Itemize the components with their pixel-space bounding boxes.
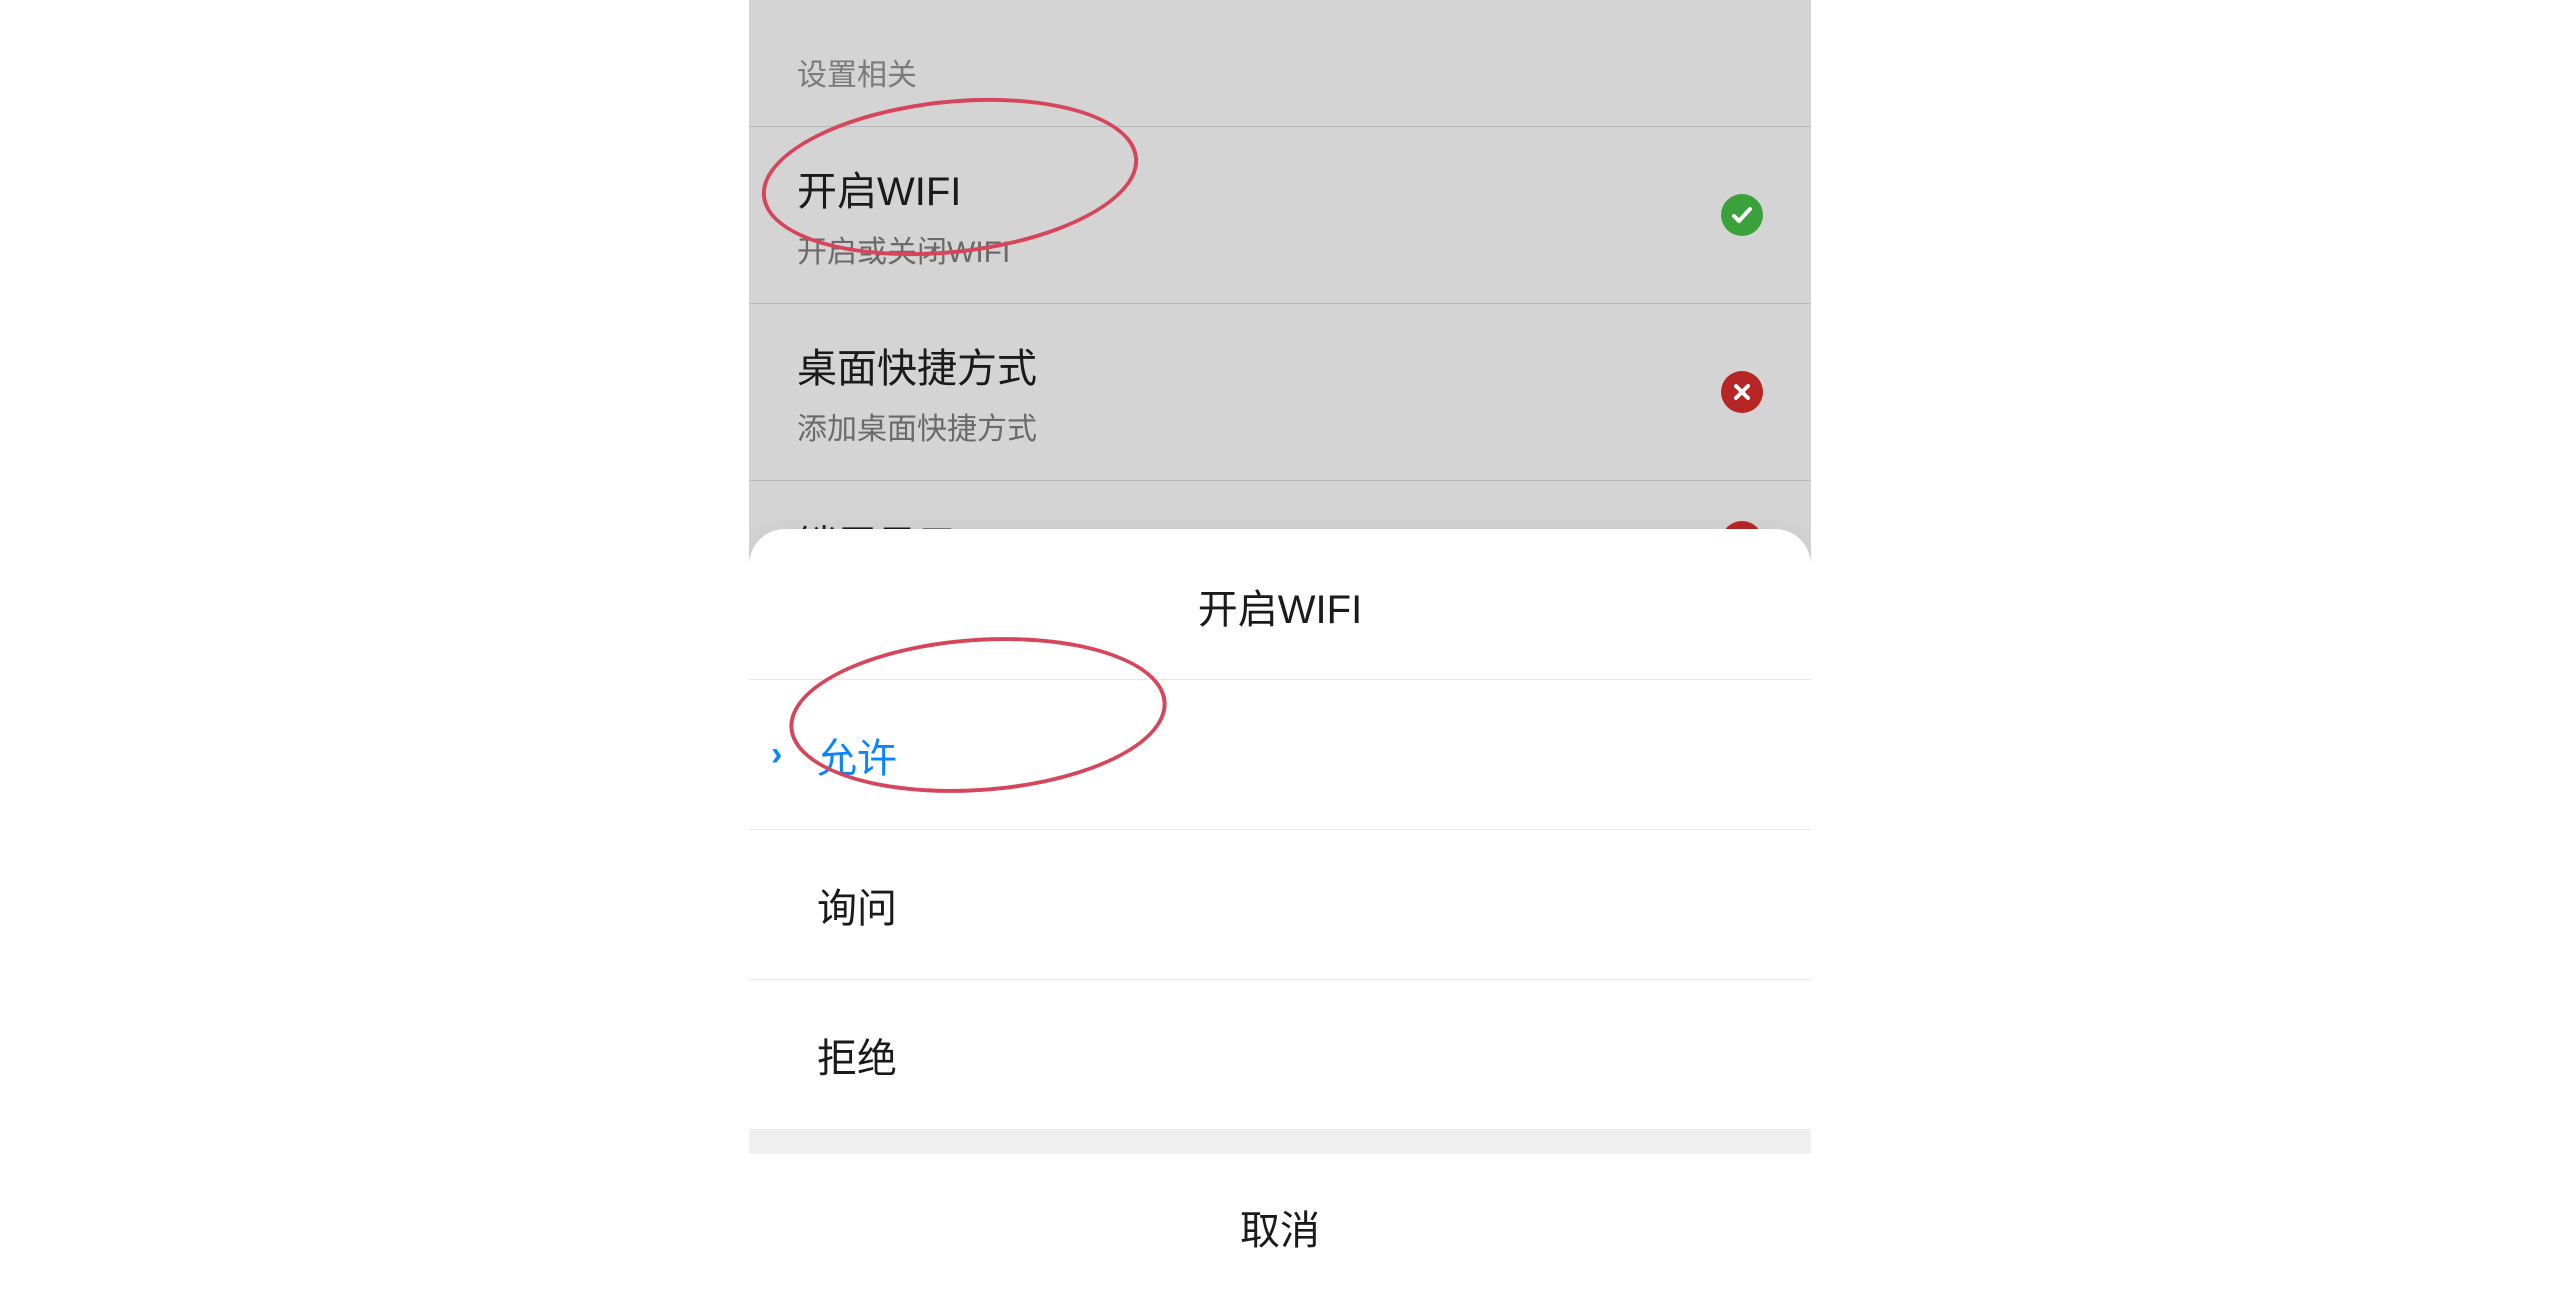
option-deny[interactable]: 拒绝 bbox=[749, 980, 1811, 1130]
settings-row-subtitle: 添加桌面快捷方式 bbox=[797, 404, 1037, 448]
check-icon bbox=[1721, 194, 1763, 236]
sheet-spacer bbox=[749, 1130, 1811, 1154]
action-sheet-title: 开启WIFI bbox=[749, 529, 1811, 680]
action-sheet: 开启WIFI › 允许 询问 拒绝 取消 bbox=[749, 529, 1811, 1300]
settings-row-text: 开启WIFI 开启或关闭WIFI bbox=[797, 159, 1010, 271]
settings-list: 设置相关 开启WIFI 开启或关闭WIFI 桌面快捷方式 添加桌面快捷方式 bbox=[749, 0, 1811, 604]
option-label: 拒绝 bbox=[817, 1026, 897, 1084]
settings-row-title: 桌面快捷方式 bbox=[797, 336, 1037, 394]
cross-icon bbox=[1721, 371, 1763, 413]
settings-row-subtitle: 开启或关闭WIFI bbox=[797, 227, 1010, 271]
option-allow[interactable]: › 允许 bbox=[749, 680, 1811, 830]
cancel-button[interactable]: 取消 bbox=[749, 1154, 1811, 1300]
settings-row-shortcut[interactable]: 桌面快捷方式 添加桌面快捷方式 bbox=[749, 304, 1811, 481]
page-wrapper: 设置相关 开启WIFI 开启或关闭WIFI 桌面快捷方式 添加桌面快捷方式 bbox=[0, 0, 2560, 1300]
option-ask[interactable]: 询问 bbox=[749, 830, 1811, 980]
phone-viewport: 设置相关 开启WIFI 开启或关闭WIFI 桌面快捷方式 添加桌面快捷方式 bbox=[749, 0, 1811, 1300]
settings-row-wifi[interactable]: 开启WIFI 开启或关闭WIFI bbox=[749, 127, 1811, 304]
option-label: 允许 bbox=[817, 726, 897, 784]
section-header: 设置相关 bbox=[749, 0, 1811, 127]
settings-row-text: 桌面快捷方式 添加桌面快捷方式 bbox=[797, 336, 1037, 448]
chevron-right-icon: › bbox=[771, 735, 782, 774]
option-label: 询问 bbox=[817, 876, 897, 934]
settings-row-title: 开启WIFI bbox=[797, 159, 1010, 217]
